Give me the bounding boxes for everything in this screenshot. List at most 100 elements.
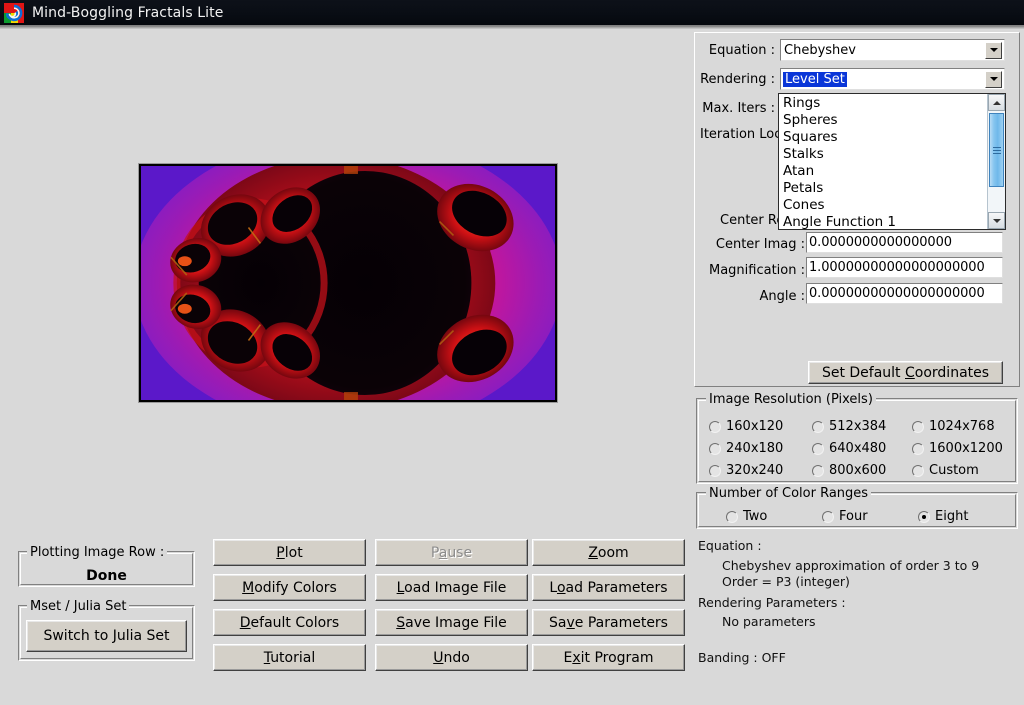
fractal-image[interactable] bbox=[141, 166, 555, 400]
center-imag-input[interactable]: 0.0000000000000000 bbox=[806, 232, 1003, 253]
radio-icon[interactable] bbox=[912, 464, 924, 477]
load-image-file-button[interactable]: Load Image File bbox=[375, 574, 528, 601]
zoom-button[interactable]: Zoom bbox=[532, 539, 685, 566]
rendering-dropdown-button[interactable] bbox=[985, 70, 1002, 88]
button-label: Zoom bbox=[588, 544, 629, 561]
application-window: Mind-Boggling Fractals Lite Equation: C… bbox=[0, 0, 1024, 705]
button-label: Save Parameters bbox=[549, 614, 668, 631]
radio-icon[interactable] bbox=[812, 442, 824, 455]
angle-input[interactable]: 0.00000000000000000000 bbox=[806, 283, 1003, 304]
mset-julia-title: Mset / Julia Set bbox=[27, 599, 130, 614]
image-resolution-title: Image Resolution (Pixels) bbox=[706, 392, 876, 407]
dropdown-item[interactable]: Angle Function 1 bbox=[779, 214, 987, 229]
equation-combobox[interactable]: Chebyshev bbox=[780, 39, 1005, 61]
color-range-option-two[interactable]: Two bbox=[726, 509, 767, 524]
button-label: Default Colors bbox=[239, 614, 340, 631]
window-title: Mind-Boggling Fractals Lite bbox=[32, 5, 224, 21]
grip-line-icon bbox=[992, 152, 1001, 154]
radio-icon[interactable] bbox=[709, 420, 721, 433]
info-rendering-heading: Rendering Parameters : bbox=[698, 595, 846, 610]
dropdown-items[interactable]: Rings Spheres Squares Stalks Atan Petals… bbox=[779, 94, 987, 229]
button-label: Tutorial bbox=[263, 649, 316, 666]
button-label: Load Parameters bbox=[549, 579, 668, 596]
radio-icon[interactable] bbox=[912, 420, 924, 433]
equation-value: Chebyshev bbox=[784, 42, 856, 58]
radio-icon[interactable] bbox=[726, 510, 738, 523]
radio-icon[interactable] bbox=[812, 464, 824, 477]
center-imag-label: Center Imag : bbox=[715, 237, 805, 252]
radio-label: 640x480 bbox=[829, 441, 887, 456]
radio-label: 1600x1200 bbox=[929, 441, 1003, 456]
switch-to-julia-set-button[interactable]: Switch to Julia Set bbox=[26, 620, 187, 652]
modify-colors-button[interactable]: Modify Colors bbox=[213, 574, 366, 601]
default-colors-button[interactable]: Default Colors bbox=[213, 609, 366, 636]
iteration-loc-label: Iteration Loc bbox=[700, 127, 778, 142]
dropdown-item[interactable]: Cones bbox=[779, 197, 987, 214]
resolution-option-1024x768[interactable]: 1024x768 bbox=[912, 419, 995, 434]
radio-label: 320x240 bbox=[726, 463, 784, 478]
exit-program-button[interactable]: Exit Program bbox=[532, 644, 685, 671]
radio-label: Two bbox=[743, 509, 768, 524]
plot-button[interactable]: Plot bbox=[213, 539, 366, 566]
dropdown-item[interactable]: Squares bbox=[779, 129, 987, 146]
radio-label: 512x384 bbox=[829, 419, 887, 434]
grip-line-icon bbox=[992, 146, 1001, 148]
button-label: Pause bbox=[430, 544, 473, 561]
radio-icon[interactable] bbox=[812, 420, 824, 433]
resolution-option-240x180[interactable]: 240x180 bbox=[709, 441, 783, 456]
resolution-option-640x480[interactable]: 640x480 bbox=[812, 441, 886, 456]
resolution-option-800x600[interactable]: 800x600 bbox=[812, 463, 886, 478]
tutorial-button[interactable]: Tutorial bbox=[213, 644, 366, 671]
info-rendering-desc: No parameters bbox=[722, 614, 816, 629]
resolution-option-1600x1200[interactable]: 1600x1200 bbox=[912, 441, 1003, 456]
rendering-dropdown-list[interactable]: Rings Spheres Squares Stalks Atan Petals… bbox=[778, 93, 1006, 230]
arrow-down-icon bbox=[992, 218, 1001, 223]
button-label: Exit Program bbox=[563, 649, 654, 666]
info-equation-desc-1: Chebyshev approximation of order 3 to 9 bbox=[722, 558, 980, 573]
magnification-label: Magnification : bbox=[708, 263, 805, 278]
save-image-file-button[interactable]: Save Image File bbox=[375, 609, 528, 636]
radio-label: 160x120 bbox=[726, 419, 784, 434]
rendering-value: Level Set bbox=[783, 71, 847, 87]
scroll-down-button[interactable] bbox=[988, 212, 1005, 229]
resolution-option-320x240[interactable]: 320x240 bbox=[709, 463, 783, 478]
radio-label: Custom bbox=[929, 463, 979, 478]
load-parameters-button[interactable]: Load Parameters bbox=[532, 574, 685, 601]
radio-icon[interactable] bbox=[709, 442, 721, 455]
center-real-label: Center Re bbox=[720, 213, 780, 228]
radio-icon[interactable] bbox=[709, 464, 721, 477]
color-range-option-eight[interactable]: Eight bbox=[918, 509, 968, 524]
fractal-image-frame[interactable] bbox=[138, 163, 558, 403]
save-parameters-button[interactable]: Save Parameters bbox=[532, 609, 685, 636]
color-range-option-four[interactable]: Four bbox=[822, 509, 868, 524]
pause-button[interactable]: Pause bbox=[375, 539, 528, 566]
dropdown-item[interactable]: Rings bbox=[779, 95, 987, 112]
dropdown-item[interactable]: Stalks bbox=[779, 146, 987, 163]
radio-label: 240x180 bbox=[726, 441, 784, 456]
scrollbar-track[interactable] bbox=[988, 111, 1005, 212]
scroll-up-button[interactable] bbox=[988, 94, 1005, 111]
dropdown-item[interactable]: Petals bbox=[779, 180, 987, 197]
radio-icon[interactable] bbox=[822, 510, 834, 523]
button-label: Undo bbox=[433, 649, 470, 666]
dropdown-item[interactable]: Atan bbox=[779, 163, 987, 180]
chevron-down-icon bbox=[989, 77, 998, 81]
equation-dropdown-button[interactable] bbox=[985, 41, 1002, 59]
plotting-status-value: Done bbox=[86, 568, 127, 584]
dropdown-scrollbar[interactable] bbox=[987, 94, 1005, 229]
info-banding: Banding : OFF bbox=[698, 650, 786, 665]
set-default-coordinates-button[interactable]: Set Default Coordinates bbox=[808, 361, 1003, 384]
plotting-status-title: Plotting Image Row : bbox=[27, 545, 168, 560]
scrollbar-thumb[interactable] bbox=[989, 113, 1004, 187]
undo-button[interactable]: Undo bbox=[375, 644, 528, 671]
radio-icon[interactable] bbox=[912, 442, 924, 455]
radio-icon[interactable] bbox=[918, 510, 930, 523]
resolution-option-160x120[interactable]: 160x120 bbox=[709, 419, 783, 434]
window-titlebar: Mind-Boggling Fractals Lite bbox=[0, 0, 1024, 26]
dropdown-item[interactable]: Spheres bbox=[779, 112, 987, 129]
magnification-input[interactable]: 1.00000000000000000000 bbox=[806, 257, 1003, 278]
resolution-option-512x384[interactable]: 512x384 bbox=[812, 419, 886, 434]
radio-label: 800x600 bbox=[829, 463, 887, 478]
resolution-option-custom[interactable]: Custom bbox=[912, 463, 979, 478]
rendering-combobox[interactable]: Level Set bbox=[780, 68, 1005, 90]
